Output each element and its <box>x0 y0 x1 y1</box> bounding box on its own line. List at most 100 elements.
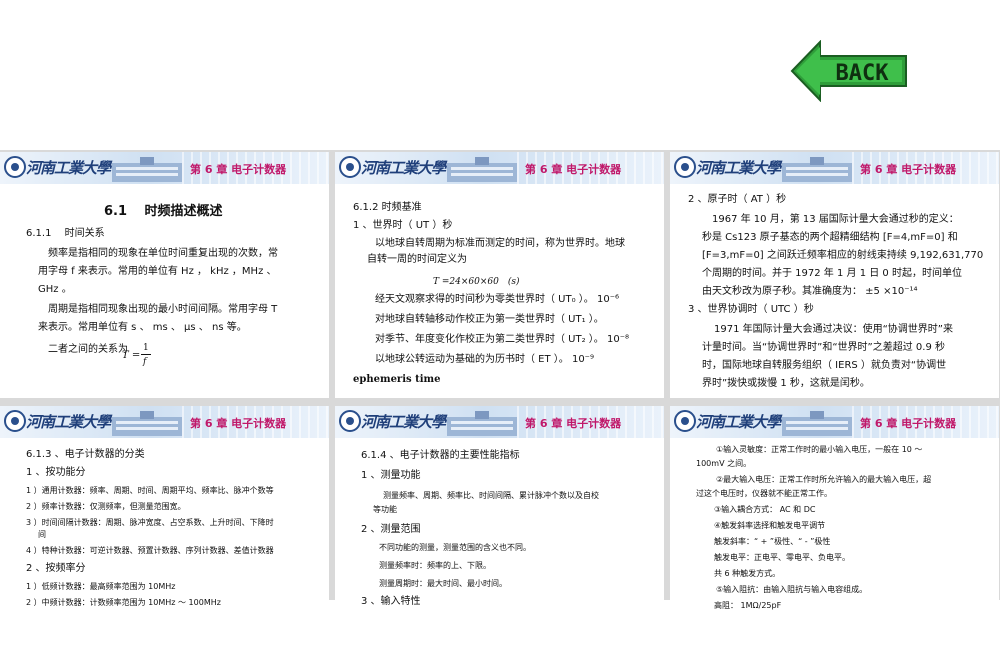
slide-1[interactable]: 河南工業大學 第 6 章 电子计数器 6.1 时频描述概述 6.1.1 时间关系… <box>0 152 329 398</box>
chapter-title: 第 6 章 电子计数器 <box>525 417 622 430</box>
paragraph-line: 由天文秒改为原子秒。其准确度为： ±5 ×10⁻¹⁴ <box>702 286 918 297</box>
chapter-title: 第 6 章 电子计数器 <box>190 417 287 430</box>
university-logo: 河南工業大學 <box>26 413 111 431</box>
section-heading: 6.1.2 时频基准 <box>353 202 422 213</box>
university-emblem-icon <box>339 156 361 178</box>
university-logo: 河南工業大學 <box>696 159 781 177</box>
paragraph-line: ②最大输入电压：正常工作时所允许输入的最大输入电压，超 <box>716 475 932 484</box>
slide-content: ①输入灵敏度：正常工作时的最小输入电压，一般在 10 ～ 100mV 之间。 ②… <box>670 438 999 652</box>
subsection-heading: 2 、按频率分 <box>26 563 86 574</box>
slide-content: 6.1.3 、电子计数器的分类 1 、按功能分 1 ）通用计数器：频率、周期、时… <box>0 438 329 652</box>
subsection-heading: 3 、世界协调时（ UTC ）秒 <box>688 304 814 315</box>
chapter-title: 第 6 章 电子计数器 <box>525 163 622 176</box>
subsection-heading: 2 、测量范围 <box>361 524 421 535</box>
list-item: 4 ）特种计数器：可逆计数器、预置计数器、序列计数器、差值计数器 <box>26 546 274 555</box>
slide-6[interactable]: 河南工業大學 第 6 章 电子计数器 ①输入灵敏度：正常工作时的最小输入电压，一… <box>670 406 999 652</box>
slide-banner: 河南工業大學 第 6 章 电子计数器 <box>670 406 999 438</box>
subsection-heading: 1 、按功能分 <box>26 467 86 478</box>
paragraph-line: 1967 年 10 月，第 13 届国际计量大会通过秒的定义： <box>712 214 959 225</box>
paragraph-line: 触发斜率：“ + ”极性、“ - ”极性 <box>714 537 831 546</box>
paragraph-line: ①输入灵敏度：正常工作时的最小输入电压，一般在 10 ～ <box>716 445 923 454</box>
paragraph-line: 测量周期时：最大时间、最小时间。 <box>379 579 507 588</box>
list-item: 2 ）中频计数器：计数频率范围为 10MHz ～ 100MHz <box>26 598 221 607</box>
paragraph-line: 等功能 <box>373 505 397 514</box>
list-item: 1 ）低频计数器：最高频率范围为 10MHz <box>26 582 176 591</box>
paragraph-line: 触发电平：正电平、零电平、负电平。 <box>714 553 850 562</box>
slide-title: 6.1 时频描述概述 <box>104 204 223 219</box>
section-heading: 6.1.1 时间关系 <box>26 228 105 239</box>
paragraph-line: 用字母 f 来表示。常用的单位有 Hz ， kHz ，MHz 、 <box>38 266 277 277</box>
list-item: 3 ）时间间隔计数器：周期、脉冲宽度、占空系数、上升时间、下降时 <box>26 518 274 527</box>
formula-lhs: T = <box>122 350 141 361</box>
paragraph-line: [F=3,mF=0] 之间跃迁频率相应的射线束持续 9,192,631,770 <box>702 250 984 261</box>
back-label: BACK <box>836 61 890 86</box>
paragraph-line: 来表示。常用单位有 s 、 ms 、 μs 、 ns 等。 <box>38 322 247 333</box>
list-item-continued: 间 <box>38 530 46 539</box>
slide-banner: 河南工業大學 第 6 章 电子计数器 <box>670 152 999 184</box>
subsection-heading: 1 、测量功能 <box>361 470 421 481</box>
paragraph-line: 自转一周的时间定义为 <box>367 254 467 265</box>
slide-banner: 河南工業大學 第 6 章 电子计数器 <box>0 152 329 184</box>
paragraph-line: 以地球公转运动为基础的为历书时（ ET ）。 10⁻⁹ <box>375 354 594 365</box>
building-icon <box>782 411 852 436</box>
list-item: 2 ）频率计数器：仅测频率，但测量范围宽。 <box>26 502 186 511</box>
paragraph-line: 测量频率、周期、频率比、时间间隔、累计脉冲个数以及自校 <box>383 491 599 500</box>
paragraph-line: 秒是 Cs123 原子基态的两个超精细结构 [F=4,mF=0] 和 <box>702 232 958 243</box>
building-icon <box>447 411 517 436</box>
paragraph-line: 100mV 之间。 <box>696 459 752 468</box>
chapter-title: 第 6 章 电子计数器 <box>190 163 287 176</box>
paragraph-line: 计量时间。当“协调世界时”和“世界时”之差超过 0.9 秒 <box>702 342 945 353</box>
building-icon <box>782 157 852 182</box>
paragraph-line: ⑤输入阻抗：由输入阻抗与输入电容组成。 <box>716 585 868 594</box>
section-heading: 6.1.3 、电子计数器的分类 <box>26 449 145 460</box>
slide-banner: 河南工業大學 第 6 章 电子计数器 <box>335 406 664 438</box>
section-heading: 6.1.4 、电子计数器的主要性能指标 <box>361 450 520 461</box>
slide-content: 2 、原子时（ AT ）秒 1967 年 10 月，第 13 届国际计量大会通过… <box>670 184 999 398</box>
paragraph-line: 测量频率时：频率的上、下限。 <box>379 561 491 570</box>
subsection-heading: 3 、输入特性 <box>361 596 421 607</box>
building-icon <box>447 157 517 182</box>
formula: T =24×60×60 (s) <box>433 277 520 287</box>
slide-content: 6.1 时频描述概述 6.1.1 时间关系 频率是指相同的现象在单位时间重复出现… <box>0 184 329 398</box>
paragraph-line: 周期是指相同现象出现的最小时间间隔。常用字母 T <box>48 304 278 315</box>
term-english: ephemeris time <box>353 374 441 385</box>
slide-content: 6.1.2 时频基准 1 、世界时（ UT ）秒 以地球自转周期为标准而测定的时… <box>335 184 664 398</box>
paragraph-line: ③输入耦合方式： AC 和 DC <box>714 505 816 514</box>
subsection-heading: 1 、世界时（ UT ）秒 <box>353 220 453 231</box>
university-logo: 河南工業大學 <box>361 413 446 431</box>
university-emblem-icon <box>339 410 361 432</box>
university-emblem-icon <box>674 156 696 178</box>
paragraph-line: 频率是指相同的现象在单位时间重复出现的次数，常 <box>48 248 278 259</box>
paragraph-line: 高阻： 1MΩ/25pF <box>714 601 782 610</box>
slide-4[interactable]: 河南工業大學 第 6 章 电子计数器 6.1.3 、电子计数器的分类 1 、按功… <box>0 406 329 652</box>
university-emblem-icon <box>4 156 26 178</box>
paragraph-line: 经天文观察求得的时间秒为零类世界时（ UT₀ ）。 10⁻⁶ <box>375 294 619 305</box>
university-logo: 河南工業大學 <box>696 413 781 431</box>
paragraph-line: 1971 年国际计量大会通过决议：使用“协调世界时”来 <box>714 324 953 335</box>
slide-content: 6.1.4 、电子计数器的主要性能指标 1 、测量功能 测量频率、周期、频率比、… <box>335 438 664 652</box>
university-emblem-icon <box>674 410 696 432</box>
paragraph-line: 不同功能的测量，测量范围的含义也不同。 <box>379 543 531 552</box>
paragraph-line: 界时”拨快或拨慢 1 秒，这就是闰秒。 <box>702 378 870 389</box>
chapter-title: 第 6 章 电子计数器 <box>860 163 957 176</box>
top-area: BACK <box>0 0 1000 150</box>
slide-2[interactable]: 河南工業大學 第 6 章 电子计数器 6.1.2 时频基准 1 、世界时（ UT… <box>335 152 664 398</box>
paragraph-line: 时，国际地球自转服务组织（ IERS ）就负责对“协调世 <box>702 360 947 371</box>
chapter-title: 第 6 章 电子计数器 <box>860 417 957 430</box>
slide-3[interactable]: 河南工業大學 第 6 章 电子计数器 2 、原子时（ AT ）秒 1967 年 … <box>670 152 999 398</box>
list-item: 1 ）通用计数器：频率、周期、时间、周期平均、频率比、脉冲个数等 <box>26 486 274 495</box>
formula-denominator: f <box>143 357 147 367</box>
back-button[interactable]: BACK <box>790 40 910 102</box>
paragraph-line: 以地球自转周期为标准而测定的时间，称为世界时。地球 <box>375 238 625 249</box>
building-icon <box>112 411 182 436</box>
university-logo: 河南工業大學 <box>26 159 111 177</box>
paragraph-line: 共 6 种触发方式。 <box>714 569 781 578</box>
subsection-heading: 2 、原子时（ AT ）秒 <box>688 194 787 205</box>
slide-banner: 河南工業大學 第 6 章 电子计数器 <box>0 406 329 438</box>
university-emblem-icon <box>4 410 26 432</box>
paragraph-line: 个周期的时间。并于 1972 年 1 月 1 日 0 时起，时间单位 <box>702 268 962 279</box>
paragraph-line: ④触发斜率选择和触发电平调节 <box>714 521 826 530</box>
university-logo: 河南工業大學 <box>361 159 446 177</box>
building-icon <box>112 157 182 182</box>
slide-5[interactable]: 河南工業大學 第 6 章 电子计数器 6.1.4 、电子计数器的主要性能指标 1… <box>335 406 664 652</box>
